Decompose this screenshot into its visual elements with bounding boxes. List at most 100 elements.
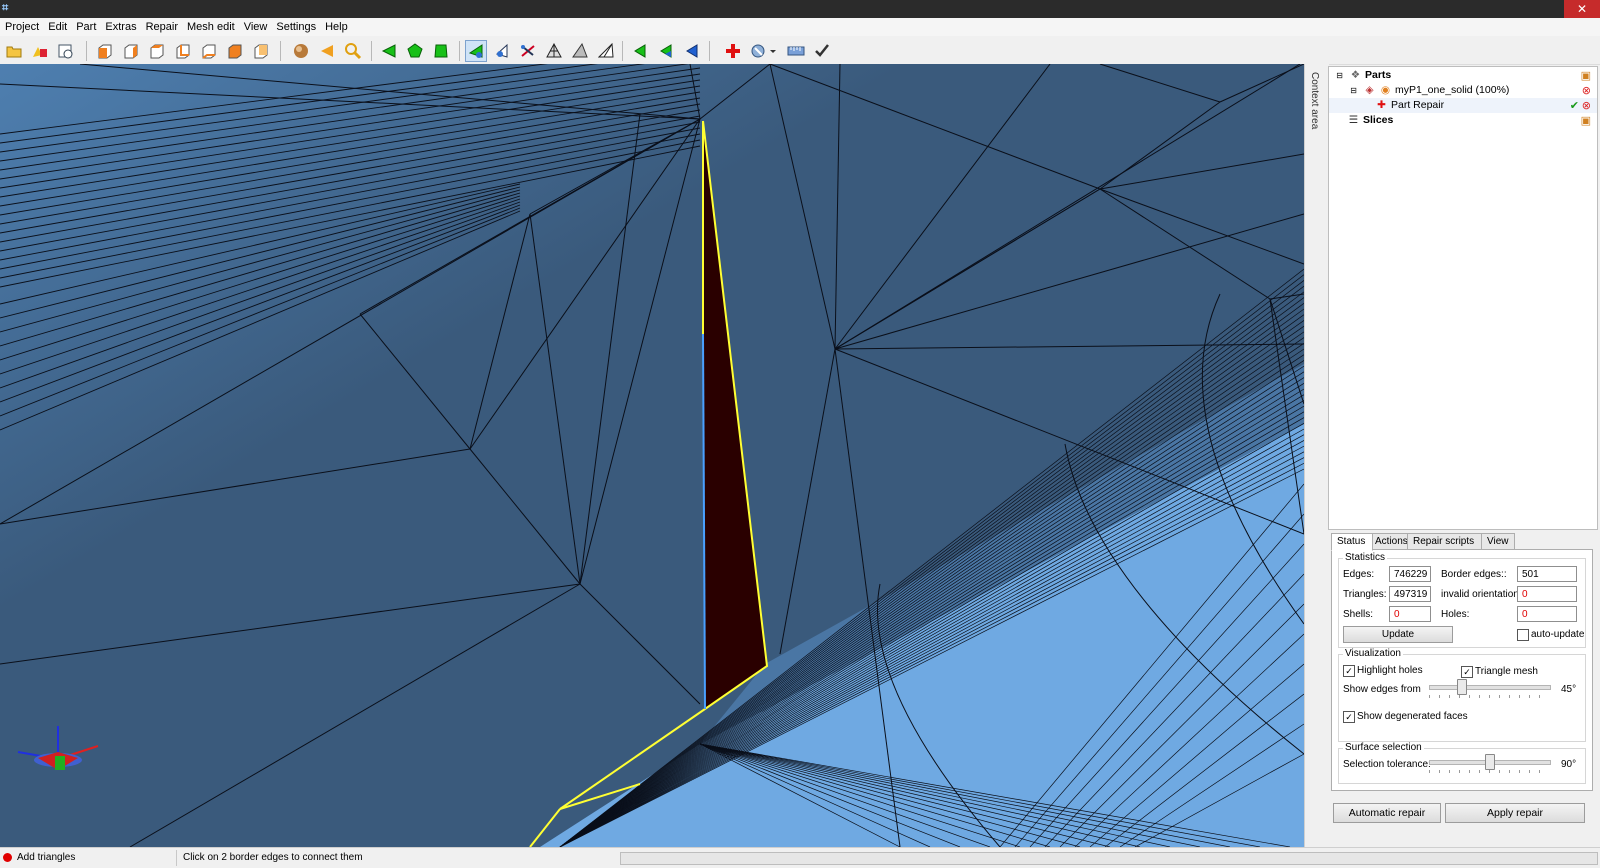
show-edges-slider[interactable] [1429,679,1551,699]
triangle-mesh-checkbox[interactable]: ✓ [1461,666,1473,678]
parts-icon: ❖ [1350,69,1361,81]
folder-icon[interactable]: ▣ [1581,69,1591,82]
selection-tolerance-label: Selection tolerance: [1343,759,1431,770]
edges-label: Edges: [1343,569,1375,580]
holes-label: Holes: [1441,609,1470,620]
title-bar: ⌗ ✕ [0,0,1600,18]
triangles-field[interactable]: 497319 [1389,586,1431,602]
repair-cross-icon[interactable] [722,40,744,62]
slices-icon: ☰ [1348,114,1359,126]
apply-repair-button[interactable]: Apply repair [1445,803,1585,823]
selection-tolerance-value: 90° [1561,759,1577,770]
measure-dropdown-icon[interactable] [748,40,780,62]
pyramid-outline-icon[interactable] [595,40,617,62]
menu-part[interactable]: Part [71,18,100,36]
menu-settings[interactable]: Settings [271,18,320,36]
tree-row-slices[interactable]: ☰ Slices [1347,113,1394,128]
context-area-label: Context area [1309,72,1320,130]
highlight-holes-checkbox[interactable]: ✓ [1343,665,1355,677]
close-button[interactable]: ✕ [1564,0,1600,18]
automatic-repair-button[interactable]: Automatic repair [1333,803,1441,823]
view-right-icon[interactable] [172,40,194,62]
add-part-icon[interactable] [29,40,51,62]
surface-selection-group: Surface selection Selection tolerance: 9… [1338,742,1586,784]
auto-update-label: auto-update [1531,629,1585,640]
remove-icon[interactable]: ⊗ [1582,99,1591,112]
visualization-group: Visualization ✓ Highlight holes ✓ Triang… [1338,648,1586,742]
repair-label: Part Repair [1391,99,1445,111]
tree-row-repair[interactable]: ✚ Part Repair [1329,98,1597,113]
statistics-title: Statistics [1343,552,1388,563]
view-left-icon[interactable] [146,40,168,62]
status-mode: Add triangles [17,852,76,863]
border-edges-label: Border edges:: [1441,569,1507,580]
triangle-blue-icon[interactable] [681,40,703,62]
mode-indicator-icon [3,853,12,862]
border-edges-field[interactable]: 501 [1517,566,1577,582]
menu-mesh-edit[interactable]: Mesh edit [182,18,239,36]
ruler-icon[interactable] [785,40,807,62]
repair-icon: ✚ [1377,99,1386,111]
view-bottom-icon[interactable] [224,40,246,62]
edges-field[interactable]: 746229 [1389,566,1431,582]
statistics-group: Statistics Edges: 746229 Border edges:: … [1338,552,1586,648]
highlight-holes-label: Highlight holes [1357,665,1423,676]
3d-viewport[interactable] [0,64,1304,847]
shells-field[interactable]: 0 [1389,606,1431,622]
triangle-green-icon[interactable] [629,40,651,62]
slices-label: Slices [1363,114,1394,126]
wireframe-icon[interactable] [543,40,565,62]
triangle-green-blue-icon[interactable] [655,40,677,62]
shells-label: Shells: [1343,609,1374,620]
selection-tolerance-slider-thumb[interactable] [1485,754,1495,770]
shaded-sphere-icon[interactable] [290,40,312,62]
tab-status[interactable]: Status [1331,533,1373,551]
pyramid-icon[interactable] [569,40,591,62]
cut-icon[interactable] [517,40,539,62]
part-info-icon[interactable] [55,40,77,62]
menu-help[interactable]: Help [320,18,352,36]
invalid-orientation-field[interactable]: 0 [1517,586,1577,602]
view-iso-icon[interactable] [250,40,272,62]
view-front-icon[interactable] [94,40,116,62]
remove-icon[interactable]: ⊗ [1582,84,1591,97]
add-triangles-icon[interactable] [465,40,487,62]
select-shell-icon[interactable] [430,40,452,62]
folder-icon[interactable]: ▣ [1581,114,1591,127]
menu-repair[interactable]: Repair [141,18,182,36]
edit-triangle-icon[interactable] [491,40,513,62]
select-surface-icon[interactable] [404,40,426,62]
invalid-orientation-label: invalid orientation: [1441,589,1522,600]
tree-row-part[interactable]: ⊟ ◈ ◉ myP1_one_solid (100%) [1347,83,1509,98]
show-edges-slider-thumb[interactable] [1457,679,1467,695]
view-top-icon[interactable] [198,40,220,62]
update-button[interactable]: Update [1343,626,1453,643]
menu-project[interactable]: Project [0,18,43,36]
show-degenerated-label: Show degenerated faces [1357,711,1468,722]
progress-bar [620,852,1598,865]
zoom-icon[interactable] [342,40,364,62]
show-edges-label: Show edges from [1343,684,1421,695]
apply-check-icon[interactable] [811,40,833,62]
eye-icon[interactable]: ◉ [1379,83,1392,98]
part-name: myP1_one_solid (100%) [1395,84,1510,96]
collapse-icon[interactable]: ⊟ [1333,68,1346,83]
selection-tolerance-slider[interactable] [1429,754,1551,774]
auto-update-checkbox[interactable] [1517,629,1529,641]
collapse-icon[interactable]: ⊟ [1347,83,1360,98]
mesh-view [0,64,1304,847]
axis-gizmo-icon [17,726,99,770]
holes-field[interactable]: 0 [1517,606,1577,622]
menu-extras[interactable]: Extras [100,18,140,36]
select-triangle-icon[interactable] [378,40,400,62]
triangle-left-icon[interactable] [316,40,338,62]
check-icon[interactable]: ✔ [1570,99,1579,112]
context-area-strip[interactable]: Context area [1304,64,1329,847]
tree-row-parts[interactable]: ⊟ ❖ Parts [1333,68,1391,83]
open-project-icon[interactable] [3,40,25,62]
menu-view[interactable]: View [239,18,272,36]
menu-edit[interactable]: Edit [43,18,71,36]
view-back-icon[interactable] [120,40,142,62]
show-degenerated-checkbox[interactable]: ✓ [1343,711,1355,723]
parts-label: Parts [1365,69,1392,81]
